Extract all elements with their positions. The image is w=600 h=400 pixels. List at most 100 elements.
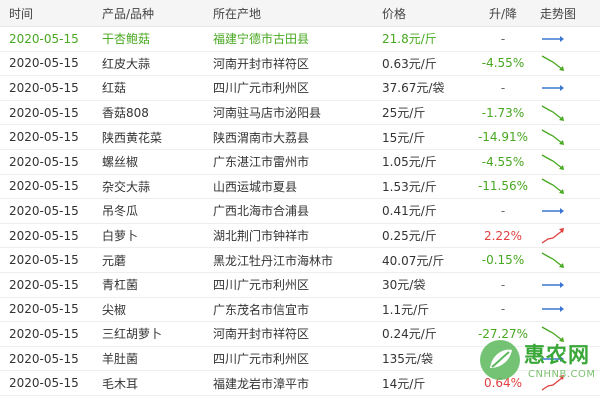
trend-down-icon [541,55,564,72]
table-row[interactable]: 2020-05-15 干杏鲍菇 福建宁德市古田县 21.8元/斤 - [0,27,600,52]
row-product: 青杠菌 [102,278,139,293]
row-product: 尖椒 [102,302,127,317]
row-trend [540,322,590,346]
row-origin: 河南驻马店市泌阳县 [213,106,322,121]
row-origin: 黑龙江牡丹江市海林市 [213,253,334,268]
trend-down-icon [541,178,564,195]
row-change: - [500,302,506,317]
row-product: 陕西黄花菜 [102,130,163,145]
row-origin: 福建宁德市古田县 [213,32,310,47]
row-price: 0.24元/斤 [382,327,437,342]
row-trend [540,371,590,395]
row-time: 2020-05-15 [9,253,79,268]
row-trend [540,76,590,100]
row-time: 2020-05-15 [9,351,79,366]
row-price: 0.63元/斤 [382,56,437,71]
row-time: 2020-05-15 [9,105,79,120]
row-product: 香菇808 [102,106,149,121]
row-origin: 四川广元市利州区 [213,352,310,367]
trend-down-icon [541,252,564,269]
table-row[interactable]: 2020-05-15 吊冬瓜 广西北海市合浦县 0.41元/斤 - [0,199,600,224]
row-time: 2020-05-15 [9,154,79,169]
row-change: - [500,277,506,292]
row-product: 干杏鲍菇 [102,32,151,47]
row-change: -0.15% [481,253,525,268]
row-trend [540,150,590,174]
row-product: 螺丝椒 [102,155,139,170]
row-change: -4.55% [481,56,525,71]
row-price: 1.53元/斤 [382,179,437,194]
header-trend: 走势图 [540,6,577,21]
table-row[interactable]: 2020-05-15 香菇808 河南驻马店市泌阳县 25元/斤 -1.73% [0,101,600,126]
row-trend [540,298,590,322]
row-price: 0.25元/斤 [382,229,437,244]
arrow-right-icon [542,207,564,214]
row-price: 0.41元/斤 [382,204,437,219]
row-product: 杂交大蒜 [102,179,151,194]
table-header: 时间 产品/品种 所在产地 价格 升/降 走势图 [0,0,600,27]
header-origin: 所在产地 [213,6,262,21]
header-time: 时间 [9,6,34,21]
trend-down-icon [541,154,564,170]
row-trend [540,175,590,199]
row-change: - [500,351,506,366]
row-origin: 广西北海市合浦县 [213,204,310,219]
row-price: 15元/斤 [382,130,426,145]
arrow-right-icon [542,35,564,42]
table-row[interactable]: 2020-05-15 杂交大蒜 山西运城市夏县 1.53元/斤 -11.56% [0,175,600,200]
row-change: -27.27% [477,326,529,341]
row-change: -1.73% [481,105,525,120]
row-price: 14元/斤 [382,376,426,391]
row-origin: 湖北荆门市钟祥市 [213,229,310,244]
row-price: 30元/袋 [382,278,426,293]
row-product: 毛木耳 [102,376,139,391]
row-price: 1.1元/斤 [382,302,430,317]
row-origin: 四川广元市利州区 [213,81,310,96]
row-product: 红皮大蒜 [102,56,151,71]
table-row[interactable]: 2020-05-15 青杠菌 四川广元市利州区 30元/袋 - [0,273,600,298]
table-row[interactable]: 2020-05-15 元蘑 黑龙江牡丹江市海林市 40.07元/斤 -0.15% [0,248,600,273]
table-row[interactable]: 2020-05-15 尖椒 广东茂名市信宜市 1.1元/斤 - [0,298,600,323]
header-price: 价格 [382,6,407,21]
row-trend [540,273,590,297]
row-product: 元蘑 [102,253,127,268]
table-row[interactable]: 2020-05-15 毛木耳 福建龙岩市漳平市 14元/斤 0.64% [0,371,600,396]
row-change: -11.56% [477,179,529,194]
row-time: 2020-05-15 [9,203,79,218]
row-trend [540,347,590,371]
trend-down-icon [541,105,564,121]
trend-down-icon [541,129,564,146]
arrow-right-icon [542,281,564,288]
table-row[interactable]: 2020-05-15 陕西黄花菜 陕西渭南市大荔县 15元/斤 -14.91% [0,125,600,150]
table-row[interactable]: 2020-05-15 红菇 四川广元市利州区 37.67元/袋 - [0,76,600,101]
trend-down-icon [541,326,564,342]
row-product: 羊肚菌 [102,352,139,367]
row-price: 1.05元/斤 [382,155,437,170]
arrow-right-icon [542,355,564,362]
trend-up-icon [541,227,564,244]
row-product: 吊冬瓜 [102,204,139,219]
table-row[interactable]: 2020-05-15 螺丝椒 广东湛江市雷州市 1.05元/斤 -4.55% [0,150,600,175]
table-row[interactable]: 2020-05-15 三红胡萝卜 河南开封市祥符区 0.24元/斤 -27.27% [0,322,600,347]
header-product: 产品/品种 [102,6,155,21]
row-time: 2020-05-15 [9,179,79,194]
row-time: 2020-05-15 [9,31,79,46]
row-change: - [500,80,506,95]
trend-up-icon [541,375,564,391]
row-change: - [500,31,506,46]
table-row[interactable]: 2020-05-15 羊肚菌 四川广元市利州区 135元/袋 - [0,347,600,372]
row-price: 40.07元/斤 [382,253,445,268]
row-change: -4.55% [481,154,525,169]
row-origin: 陕西渭南市大荔县 [213,130,310,145]
row-origin: 河南开封市祥符区 [213,56,310,71]
row-trend [540,27,590,51]
table-row[interactable]: 2020-05-15 白萝卜 湖北荆门市钟祥市 0.25元/斤 2.22% [0,224,600,249]
row-origin: 山西运城市夏县 [213,179,298,194]
row-time: 2020-05-15 [9,376,79,391]
row-time: 2020-05-15 [9,277,79,292]
table-row[interactable]: 2020-05-15 红皮大蒜 河南开封市祥符区 0.63元/斤 -4.55% [0,52,600,77]
table-body: 2020-05-15 干杏鲍菇 福建宁德市古田县 21.8元/斤 -2020-05-15… [0,27,600,396]
row-trend [540,199,590,223]
row-origin: 河南开封市祥符区 [213,327,310,342]
row-change: 2.22% [483,228,523,243]
